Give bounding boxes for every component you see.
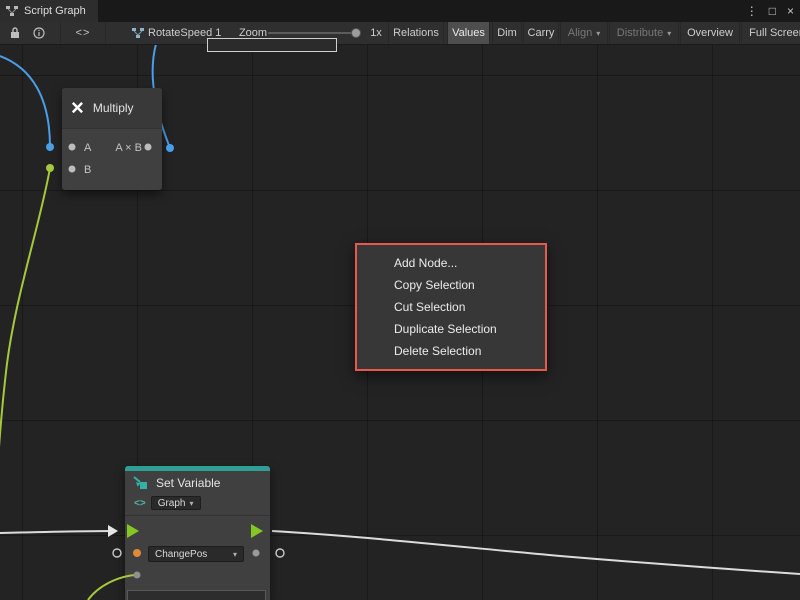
window-menu-icon[interactable]: ⋮ [746, 4, 758, 18]
graph-reference-icon [130, 22, 146, 44]
variable-name-dropdown[interactable]: ChangePos ▾ [148, 546, 244, 562]
multiply-node-title: Multiply [93, 101, 134, 115]
port-a-label: A [84, 142, 91, 154]
chevron-down-icon: ▾ [596, 29, 600, 38]
values-button[interactable]: Values [447, 22, 490, 44]
window-controls: ⋮ □ × [746, 0, 794, 22]
unity-script-graph-window: Script Graph ⋮ □ × <> [0, 0, 800, 600]
multiply-row-a: A A × B [62, 137, 162, 159]
zoom-value: 1x [366, 22, 386, 44]
graph-toolbar: <> RotateSpeed 1 Zoom 1x Relations Value… [0, 22, 800, 45]
script-graph-icon [6, 5, 18, 17]
port-output-label: A × B [115, 142, 142, 154]
tab-script-graph[interactable]: Script Graph [0, 0, 98, 22]
variable-kind-value: Graph [158, 498, 186, 509]
variable-kind-dropdown[interactable]: Graph ▾ [151, 496, 201, 510]
menu-item-cut-selection[interactable]: Cut Selection [357, 296, 545, 318]
multiply-row-b: B [62, 159, 162, 181]
menu-item-add-node[interactable]: Add Node... [357, 252, 545, 274]
set-variable-header: Set Variable [125, 471, 270, 494]
lock-icon[interactable] [4, 22, 26, 44]
distribute-dropdown[interactable]: Distribute ▾ [609, 22, 679, 44]
floating-text-field[interactable] [207, 38, 337, 52]
multiply-icon: × [71, 97, 84, 119]
window-maximize-icon[interactable]: □ [769, 4, 776, 18]
full-screen-button[interactable]: Full Screen [741, 22, 800, 44]
multiply-node[interactable]: × Multiply A A × B B [62, 88, 162, 190]
chevron-down-icon: ▾ [667, 29, 671, 38]
zoom-slider-knob[interactable] [351, 28, 361, 38]
align-label: Align [568, 27, 592, 39]
set-variable-icon [133, 476, 148, 490]
menu-item-delete-selection[interactable]: Delete Selection [357, 340, 545, 362]
carry-button[interactable]: Carry [523, 22, 559, 44]
code-preview-button[interactable]: <> [60, 22, 106, 44]
zoom-slider-track[interactable] [268, 32, 360, 34]
info-icon[interactable] [28, 22, 50, 44]
dim-button[interactable]: Dim [492, 22, 522, 44]
variable-kind-row: <> Graph ▾ [125, 494, 270, 512]
context-menu: Add Node... Copy Selection Cut Selection… [355, 243, 547, 371]
overview-button[interactable]: Overview [680, 22, 740, 44]
set-variable-node[interactable]: Set Variable <> Graph ▾ ChangePos ▾ [125, 466, 270, 600]
align-dropdown[interactable]: Align ▾ [560, 22, 608, 44]
chevron-down-icon: ▾ [189, 499, 193, 508]
distribute-label: Distribute [617, 27, 663, 39]
window-titlebar: Script Graph ⋮ □ × [0, 0, 800, 22]
node-divider [125, 515, 270, 516]
multiply-node-header: × Multiply [62, 88, 162, 129]
menu-item-duplicate-selection[interactable]: Duplicate Selection [357, 318, 545, 340]
port-b-label: B [84, 164, 91, 176]
variable-name-value: ChangePos [155, 549, 207, 560]
node-footer-field[interactable] [127, 590, 266, 600]
graph-kind-icon: <> [134, 498, 146, 509]
menu-item-copy-selection[interactable]: Copy Selection [357, 274, 545, 296]
set-variable-title: Set Variable [156, 476, 220, 490]
chevron-down-icon: ▾ [233, 550, 237, 559]
relations-button[interactable]: Relations [388, 22, 444, 44]
window-close-icon[interactable]: × [787, 4, 794, 18]
tab-title: Script Graph [24, 5, 86, 17]
